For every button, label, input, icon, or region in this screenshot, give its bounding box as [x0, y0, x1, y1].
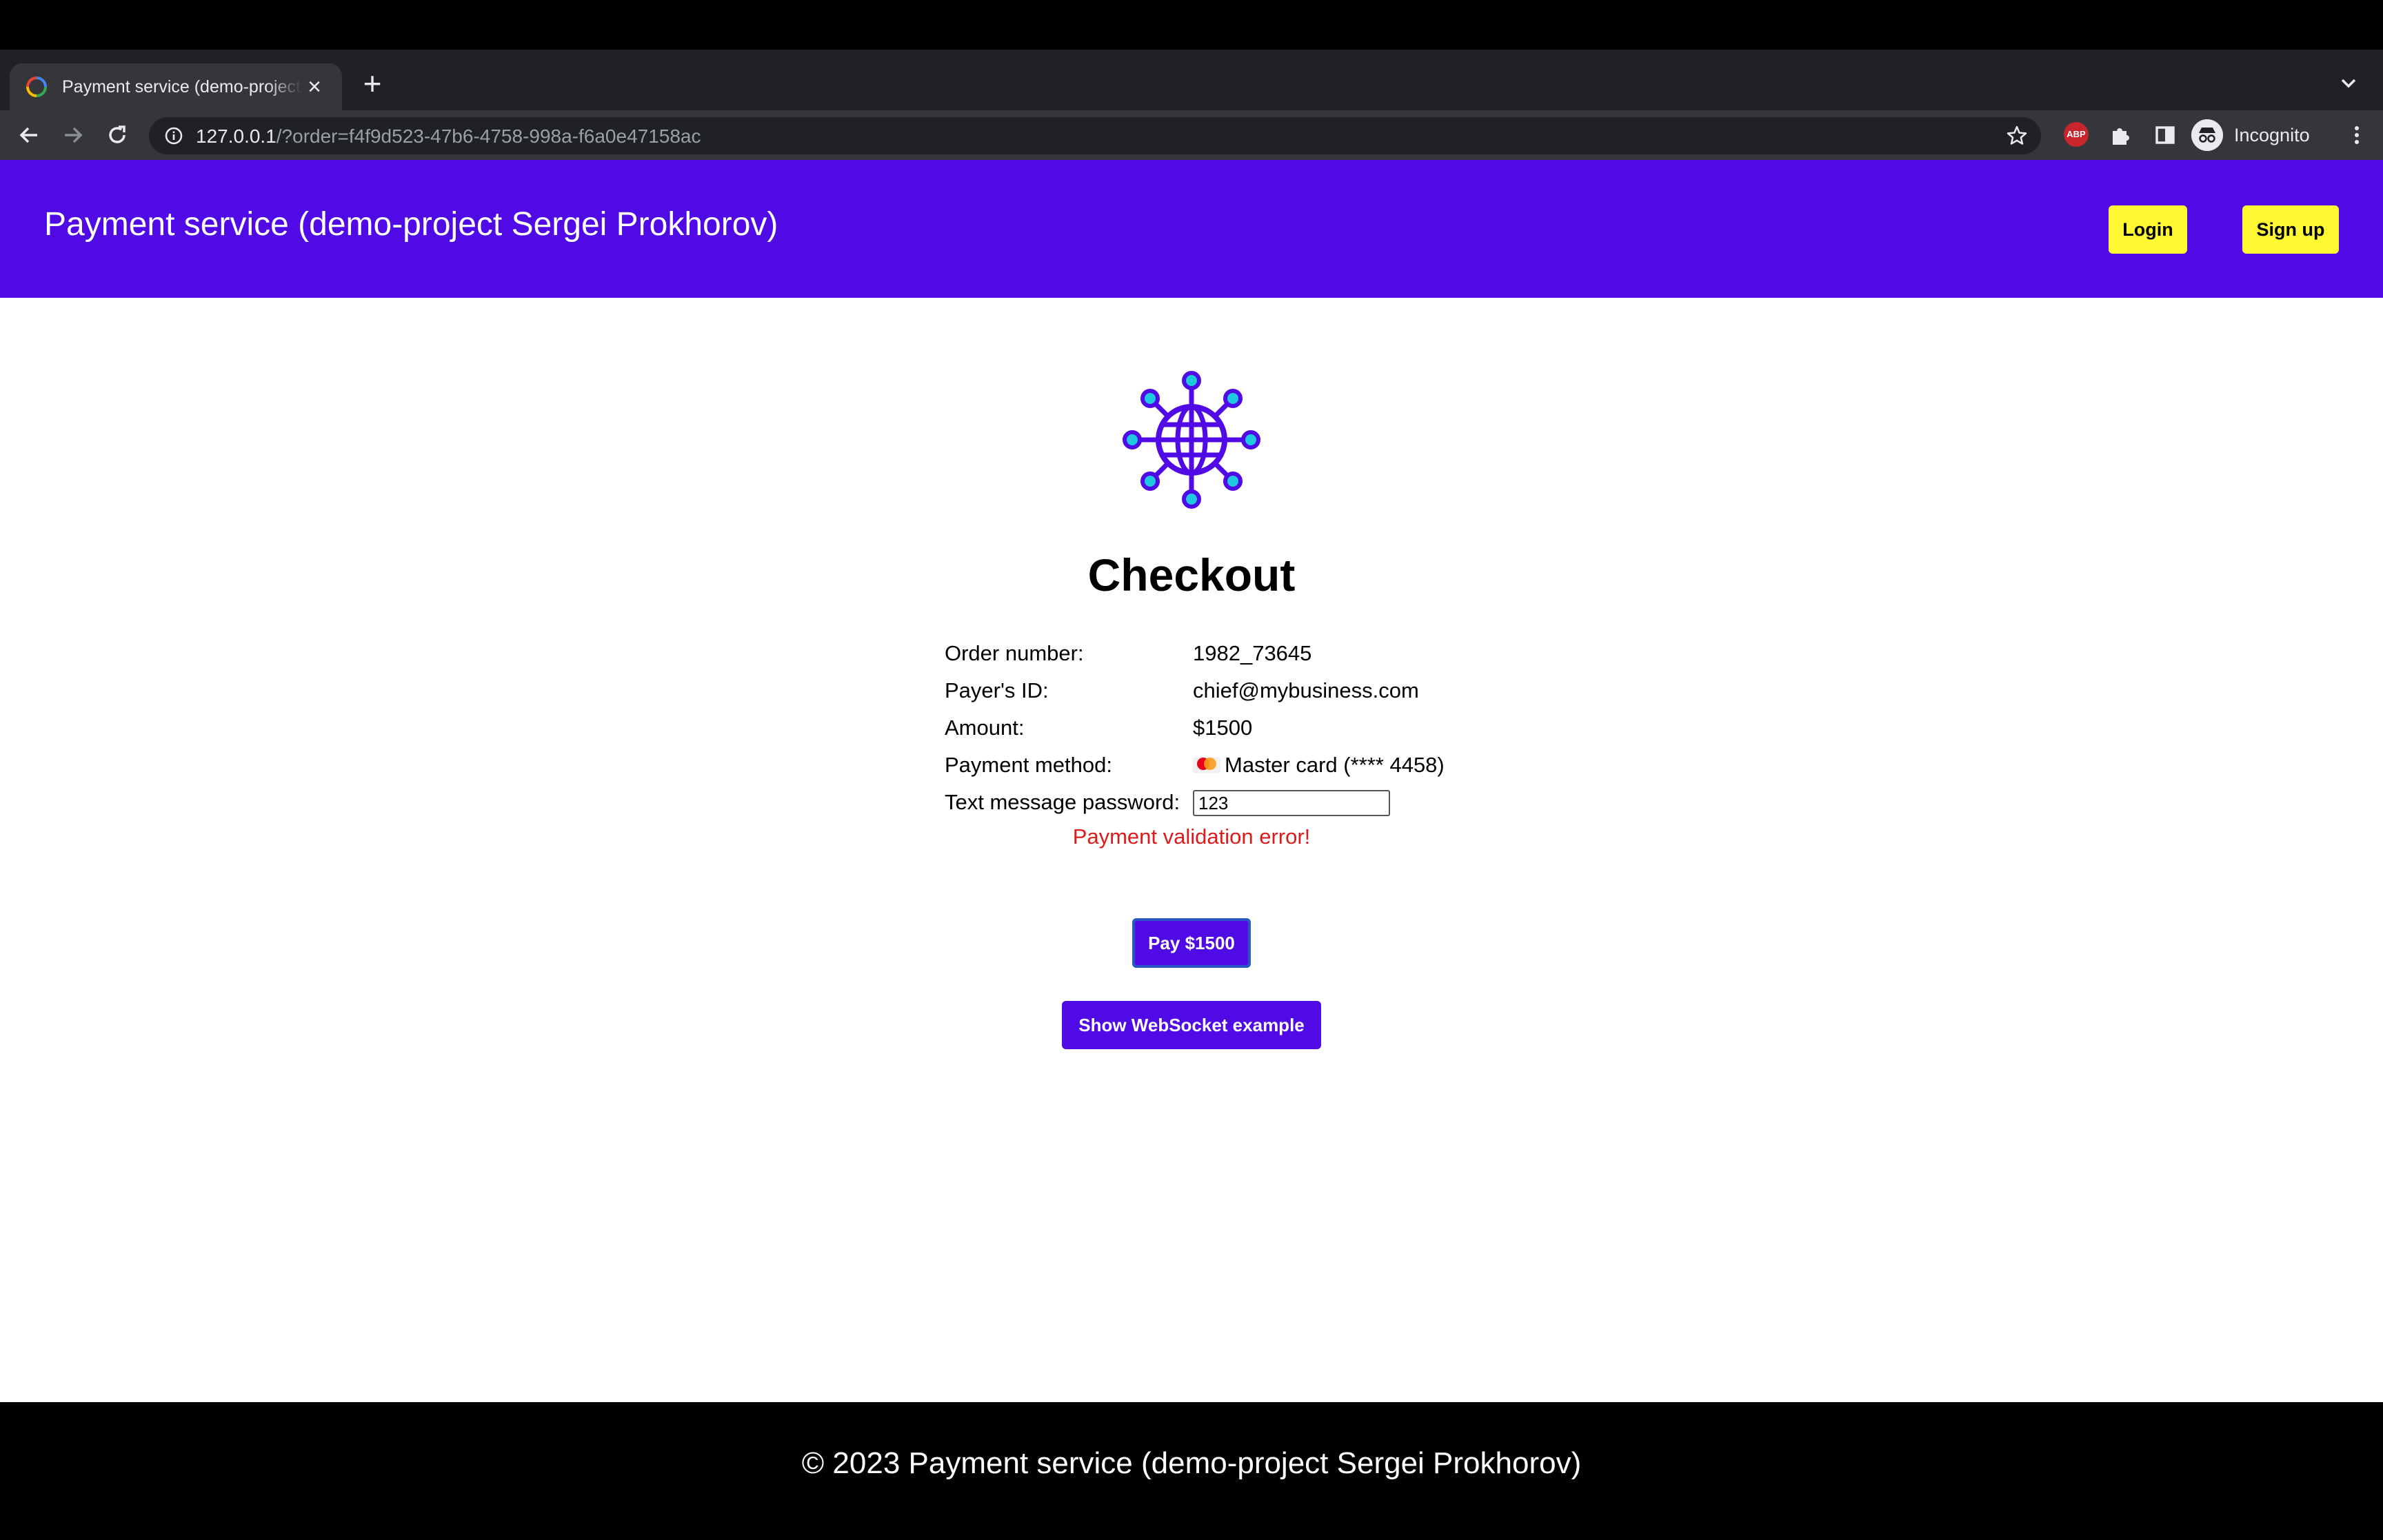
- bookmark-star-icon[interactable]: [2005, 124, 2029, 148]
- sms-password-input[interactable]: [1193, 790, 1390, 816]
- extensions-puzzle-icon[interactable]: [2107, 121, 2135, 149]
- websocket-example-button[interactable]: Show WebSocket example: [1062, 1001, 1321, 1049]
- url-host: 127.0.0.1: [196, 125, 276, 147]
- payer-id-label: Payer's ID:: [945, 678, 1049, 702]
- incognito-profile-button[interactable]: Incognito: [2191, 119, 2310, 152]
- address-bar[interactable]: 127.0.0.1/?order=f4f9d523-47b6-4758-998a…: [149, 117, 2041, 154]
- tab-strip: Payment service (demo-project Sergei Pro…: [0, 50, 2383, 110]
- incognito-label: Incognito: [2234, 124, 2310, 145]
- network-globe-logo-icon: [1123, 371, 1260, 509]
- pay-button[interactable]: Pay $1500: [1132, 918, 1251, 968]
- checkout-details: Order number: 1982_73645 Payer's ID: chi…: [945, 634, 1496, 820]
- incognito-icon: [2191, 119, 2223, 151]
- loading-favicon-icon: [26, 77, 47, 97]
- sms-password-row: Text message password:: [945, 783, 1496, 820]
- payment-method-label: Payment method:: [945, 753, 1112, 777]
- order-number-label: Order number:: [945, 641, 1084, 665]
- payment-method-row: Payment method: Master card (**** 4458): [945, 746, 1496, 783]
- order-number-value: 1982_73645: [1193, 641, 1312, 665]
- mastercard-icon: [1193, 757, 1220, 773]
- new-tab-icon[interactable]: +: [356, 68, 389, 101]
- site-info-icon[interactable]: [164, 126, 183, 145]
- url-path: /?order=f4f9d523-47b6-4758-998a-f6a0e471…: [276, 125, 701, 147]
- forward-arrow-icon[interactable]: [59, 121, 87, 149]
- back-arrow-icon[interactable]: [15, 121, 43, 149]
- url-text: 127.0.0.1/?order=f4f9d523-47b6-4758-998a…: [196, 125, 701, 148]
- browser-tab-active[interactable]: Payment service (demo-project Sergei Pro…: [10, 63, 342, 110]
- payer-id-row: Payer's ID: chief@mybusiness.com: [945, 671, 1496, 709]
- checkout-title: Checkout: [1087, 549, 1296, 600]
- browser-chrome: Payment service (demo-project Sergei Pro…: [0, 0, 2383, 160]
- browser-toolbar: 127.0.0.1/?order=f4f9d523-47b6-4758-998a…: [0, 110, 2383, 160]
- sms-password-label: Text message password:: [945, 790, 1180, 814]
- close-tab-icon[interactable]: ×: [302, 74, 327, 99]
- reload-icon[interactable]: [103, 121, 131, 149]
- login-button[interactable]: Login: [2109, 205, 2187, 254]
- payer-id-value: chief@mybusiness.com: [1193, 678, 1419, 702]
- footer-copyright: © 2023 Payment service (demo-project Ser…: [801, 1446, 1582, 1480]
- side-panel-icon[interactable]: [2151, 121, 2179, 149]
- order-number-row: Order number: 1982_73645: [945, 634, 1496, 671]
- site-brand[interactable]: Payment service (demo-project Sergei Pro…: [44, 205, 778, 243]
- amount-value: $1500: [1193, 716, 1253, 740]
- signup-button[interactable]: Sign up: [2242, 205, 2339, 254]
- payment-method-value: Master card (**** 4458): [1193, 753, 1445, 778]
- page-content: Payment service (demo-project Sergei Pro…: [0, 160, 2383, 1540]
- site-footer: © 2023 Payment service (demo-project Ser…: [0, 1402, 2383, 1540]
- tab-title: Payment service (demo-project Sergei Pro…: [62, 77, 302, 97]
- payment-error-message: Payment validation error!: [1072, 824, 1311, 849]
- amount-label: Amount:: [945, 716, 1025, 740]
- adblock-extension-icon[interactable]: ABP: [2064, 122, 2089, 147]
- site-header: Payment service (demo-project Sergei Pro…: [0, 160, 2383, 298]
- amount-row: Amount: $1500: [945, 709, 1496, 746]
- payment-method-text: Master card (**** 4458): [1225, 753, 1445, 777]
- browser-menu-icon[interactable]: [2343, 121, 2371, 149]
- tab-search-chevron-icon[interactable]: [2336, 70, 2361, 95]
